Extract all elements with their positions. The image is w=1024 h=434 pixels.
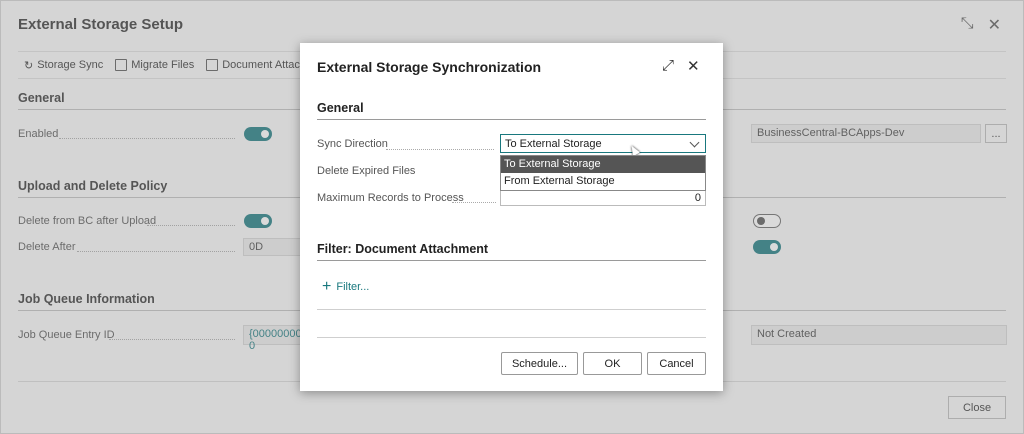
divider	[317, 309, 706, 310]
schedule-button[interactable]: Schedule...	[501, 352, 578, 375]
option-from-external[interactable]: From External Storage	[501, 173, 705, 190]
sync-dialog: External Storage Synchronization ⤢ ✕ Gen…	[300, 43, 723, 391]
max-records-label: Maximum Records to Process	[317, 192, 464, 204]
ok-button[interactable]: OK	[583, 352, 642, 375]
plus-icon: +	[322, 278, 332, 295]
sync-direction-label: Sync Direction	[317, 138, 388, 150]
close-icon[interactable]: ✕	[687, 57, 700, 75]
dots	[452, 202, 496, 203]
delete-expired-label: Delete Expired Files	[317, 165, 416, 177]
filter-link[interactable]: + Filter...	[322, 278, 369, 295]
general-heading: General	[317, 101, 364, 115]
cancel-button[interactable]: Cancel	[647, 352, 706, 375]
sync-direction-select[interactable]: To External Storage	[500, 134, 706, 153]
divider	[317, 119, 706, 120]
divider	[317, 260, 706, 261]
dialog-title: External Storage Synchronization	[317, 59, 542, 75]
dots	[386, 149, 494, 150]
chevron-down-icon	[689, 137, 700, 148]
sync-direction-dropdown: To External Storage From External Storag…	[500, 155, 706, 191]
max-records-input[interactable]: 0	[500, 190, 706, 206]
expand-icon[interactable]: ⤢	[662, 57, 674, 74]
filter-heading: Filter: Document Attachment	[317, 242, 489, 256]
divider	[317, 337, 706, 338]
option-to-external[interactable]: To External Storage	[501, 156, 705, 173]
